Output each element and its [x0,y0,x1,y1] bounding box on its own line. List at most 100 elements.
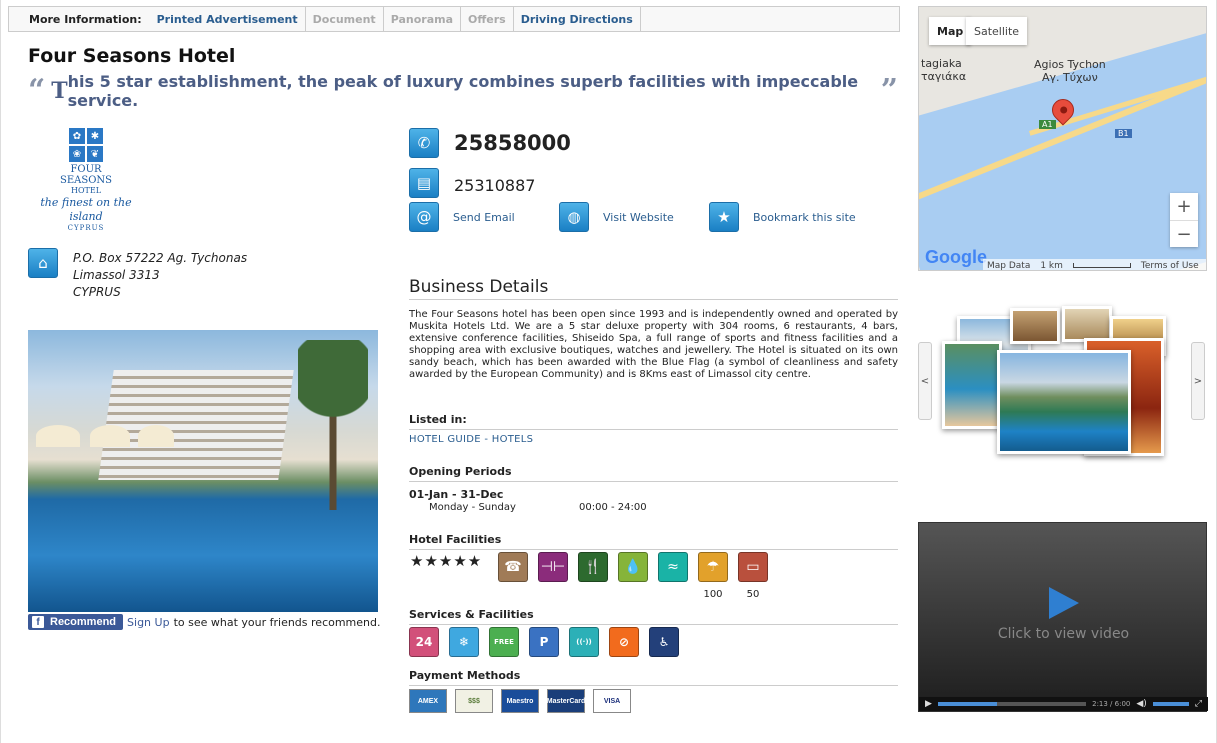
volume-icon[interactable]: ◀) [1136,699,1146,709]
business-listing-page: More Information: Printed Advertisement … [0,0,1217,743]
tab-offers[interactable]: Offers [461,7,514,31]
logo-tagline: the finest on the island [40,196,132,223]
logo-line3: HOTEL [70,186,102,195]
gallery-thumb[interactable] [942,341,1002,429]
zoom-in-button[interactable]: + [1170,193,1198,221]
send-email-button[interactable]: @ Send Email [409,202,515,232]
highway-b1-label: B1 [1115,129,1132,138]
phone-icon: ✆ [409,128,439,158]
hotel-facilities-heading: Hotel Facilities [409,533,898,550]
business-name: Four Seasons Hotel [28,45,236,67]
business-description: The Four Seasons hotel has been open sin… [409,309,898,380]
video-time: 2:13 / 6:00 [1092,700,1131,708]
signup-link[interactable]: Sign Up [127,616,170,629]
close-quote-icon: ” [880,73,898,108]
tab-driving-directions[interactable]: Driving Directions [514,7,641,31]
bed-icon: ▭ [738,552,768,582]
map-data-link[interactable]: Map Data [987,261,1030,271]
more-info-label: More Information: [29,12,142,26]
send-email-label: Send Email [453,210,515,224]
listed-in-heading: Listed in: [409,413,898,430]
recommend-text: to see what your friends recommend. [173,615,381,629]
24h-icon: 24 [409,627,439,657]
maestro-icon: Maestro [501,689,539,713]
opening-range: 01-Jan - 31-Dec [409,488,504,501]
tab-printed-advertisement[interactable]: Printed Advertisement [150,7,306,31]
phone-number: 25858000 [454,131,571,155]
cash-icon: $$$ [455,689,493,713]
business-slogan: “ T his 5 star establishment, the peak o… [28,72,898,110]
beach-count: 100 [703,589,723,600]
beach-icon: ☂ [698,552,728,582]
map-terms-link[interactable]: Terms of Use [1141,261,1199,271]
air-conditioning-icon: ❄ [449,627,479,657]
video-progress-bar[interactable] [937,702,1087,706]
hotel-logo: ✿ ✱ ❀ ❦ FOUR SEASONS HOTEL the finest on th… [28,126,144,232]
no-smoking-icon: ⊘ [609,627,639,657]
tab-panorama[interactable]: Panorama [384,7,462,31]
gallery-next-button[interactable]: > [1191,342,1205,420]
logo-country: CYPRUS [67,224,105,232]
map-place-agios-tychon: Agios Tychon Αγ. Τύχων [1034,58,1106,84]
conference-icon: ☎ [498,552,528,582]
amex-icon: AMEX [409,689,447,713]
wifi-icon: ((·)) [569,627,599,657]
logo-line2: SEASONS [59,175,113,186]
room-count: 50 [746,589,760,600]
slogan-text: his 5 star establishment, the peak of lu… [67,72,859,110]
visa-icon: VISA [593,689,631,713]
spa-icon: 💧 [618,552,648,582]
volume-slider[interactable] [1152,702,1189,706]
globe-icon: ◍ [559,202,589,232]
gallery-main-photo[interactable] [997,350,1131,454]
map-scale: 1 km [1040,260,1063,271]
play-icon[interactable] [1049,587,1079,619]
more-info-bar: More Information: Printed Advertisement … [8,6,900,32]
free-delivery-icon: FREE [489,627,519,657]
fullscreen-icon[interactable]: ⤢ [1195,699,1202,709]
zoom-out-button[interactable]: − [1170,221,1198,248]
map-type-satellite-button[interactable]: Satellite [966,17,1028,45]
visit-website-label: Visit Website [603,210,674,224]
video-player[interactable]: Click to view video ▶ 2:13 / 6:00 ◀) ⤢ [918,522,1208,712]
map-type-map-button[interactable]: Map [929,17,972,45]
tab-document[interactable]: Document [306,7,384,31]
visit-website-button[interactable]: ◍ Visit Website [559,202,674,232]
business-details-heading: Business Details [409,277,898,300]
video-cta[interactable]: Click to view video [919,626,1208,642]
open-quote-icon: “ [28,73,46,108]
google-logo: Google [925,247,987,267]
star-rating: ★★★★★ [410,552,483,570]
slogan-initial: T [51,78,68,104]
bookmark-button[interactable]: ★ Bookmark this site [709,202,856,232]
address-block: P.O. Box 57222 Ag. Tychonas Limassol 331… [73,250,247,301]
video-controls: ▶ 2:13 / 6:00 ◀) ⤢ [919,697,1208,711]
gallery-prev-button[interactable]: < [918,342,932,420]
bookmark-label: Bookmark this site [753,210,856,224]
email-icon: @ [409,202,439,232]
hotel-photo [28,330,378,612]
opening-hours: 00:00 - 24:00 [579,502,647,513]
restaurant-icon: 🍴 [578,552,608,582]
gallery-thumb[interactable] [1010,308,1060,344]
pool-icon: ≈ [658,552,688,582]
home-icon: ⌂ [28,248,58,278]
logo-mark-icon: ✿ ✱ ❀ ❦ [69,128,103,162]
location-map[interactable]: Map Satellite tagiaka ταγιάκα Agios Tycho… [918,6,1207,271]
highway-a1-label: A1 [1039,120,1056,129]
map-footer: Map Data 1 km Terms of Use [983,259,1206,271]
services-heading: Services & Facilities [409,608,898,625]
play-small-icon[interactable]: ▶ [925,699,932,709]
star-icon: ★ [709,202,739,232]
gallery-thumb[interactable] [1062,306,1112,342]
address-line2: Limassol 3313 [73,268,160,282]
payment-methods-heading: Payment Methods [409,669,898,686]
address-line3: CYPRUS [73,285,121,299]
recommend-button[interactable]: f Recommend [28,614,124,630]
listed-in-link[interactable]: HOTEL GUIDE - HOTELS [409,434,533,445]
fax-icon: ▤ [409,168,439,198]
logo-line1: FOUR [70,164,102,175]
parking-icon: P [529,627,559,657]
wheelchair-icon: ♿ [649,627,679,657]
opening-periods-heading: Opening Periods [409,465,898,482]
